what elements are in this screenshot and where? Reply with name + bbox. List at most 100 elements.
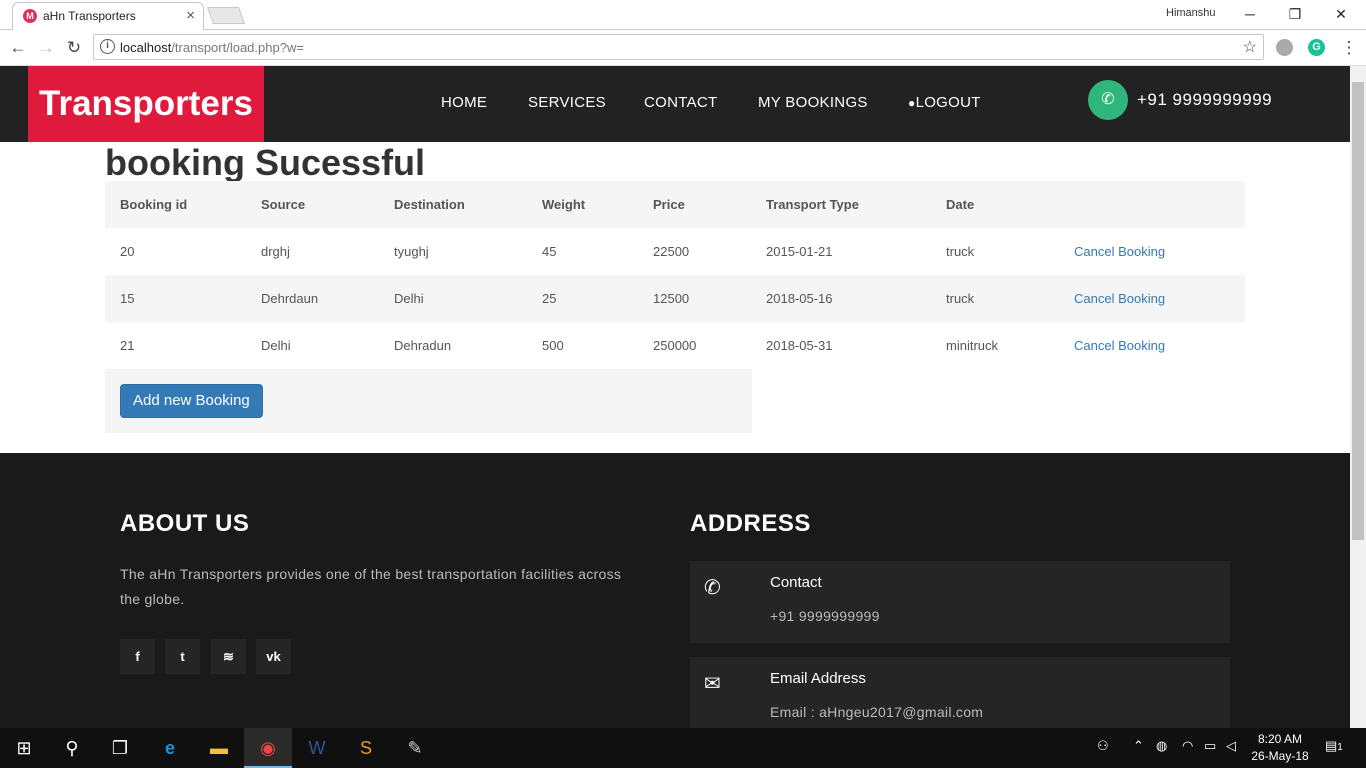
grammarly-icon[interactable]: G — [1308, 39, 1325, 56]
cell-weight: 25 — [542, 291, 557, 306]
cancel-booking-link[interactable]: Cancel Booking — [1074, 291, 1165, 306]
table-row: 20 drghj tyughj 45 22500 2015-01-21 truc… — [105, 228, 1245, 275]
site-navbar: Transporters HOME SERVICES CONTACT MY BO… — [0, 66, 1350, 142]
volume-icon[interactable]: ◁ — [1226, 738, 1236, 754]
forward-icon[interactable]: → — [35, 37, 57, 59]
system-clock[interactable]: 8:20 AM 26-May-18 — [1248, 731, 1312, 765]
rss-icon[interactable]: ≋ — [211, 639, 246, 674]
email-box: ✉ Email Address Email : aHngeu2017@gmail… — [690, 657, 1230, 728]
col-booking-id: Booking id — [120, 197, 188, 212]
chevron-up-icon[interactable]: ⌃ — [1133, 738, 1144, 754]
battery-icon[interactable]: ▭ — [1204, 738, 1216, 754]
windows-taskbar: ⊞ ⚲ ❐ e ▬ ◉ W S ✎ ⚇ ⌃ ◍ ◠ ▭ ◁ 8:20 AM 26… — [0, 728, 1366, 768]
file-explorer-icon[interactable]: ▬ — [195, 728, 243, 768]
about-text: The aHn Transporters provides one of the… — [120, 566, 622, 607]
nav-logout[interactable]: ●LOGOUT — [908, 94, 981, 111]
sublime-icon[interactable]: S — [342, 728, 390, 768]
url-text: localhost/transport/load.php?w= — [120, 40, 304, 55]
cell-id: 15 — [120, 291, 135, 306]
search-icon[interactable]: ⚲ — [48, 728, 96, 768]
network-globe-icon[interactable]: ◍ — [1156, 738, 1167, 754]
cell-source: drghj — [261, 244, 290, 259]
address-title: ADDRESS — [690, 510, 811, 537]
add-booking-button[interactable]: Add new Booking — [120, 384, 263, 418]
nav-contact[interactable]: CONTACT — [644, 94, 717, 111]
url-host: localhost — [120, 40, 172, 55]
page-title: booking Sucessful — [105, 142, 426, 183]
cell-price: 22500 — [653, 244, 690, 259]
twitter-icon[interactable]: t — [165, 639, 200, 674]
site-brand[interactable]: Transporters — [28, 66, 264, 142]
bookings-table: Booking id Source Destination Weight Pri… — [105, 181, 1245, 369]
table-row: 21 Delhi Dehradun 500 250000 2018-05-31 … — [105, 322, 1245, 369]
contact-box: ✆ Contact +91 9999999999 — [690, 561, 1230, 643]
cell-destination: tyughj — [394, 244, 429, 259]
notification-icon[interactable]: ▤1 — [1325, 738, 1343, 754]
cell-date: truck — [946, 291, 975, 306]
tab-close-icon[interactable]: × — [186, 7, 195, 24]
email-value: Email : aHngeu2017@gmail.com — [770, 704, 984, 720]
browser-tab[interactable]: M aHn Transporters × — [12, 2, 204, 30]
email-label: Email Address — [770, 670, 866, 687]
add-booking-panel: Add new Booking — [105, 369, 752, 433]
nav-my-bookings[interactable]: MY BOOKINGS — [758, 94, 868, 111]
people-icon[interactable]: ⚇ — [1097, 738, 1109, 754]
menu-icon[interactable]: ⋮ — [1338, 37, 1360, 59]
extension-icon[interactable] — [1276, 39, 1293, 56]
new-tab-button[interactable] — [206, 7, 246, 24]
cancel-booking-link[interactable]: Cancel Booking — [1074, 338, 1165, 353]
vk-icon[interactable]: vk — [256, 639, 291, 674]
page-scrollbar[interactable] — [1350, 66, 1366, 728]
paint-icon[interactable]: ✎ — [391, 728, 439, 768]
browser-toolbar: ← → ↻ i localhost/transport/load.php?w= … — [0, 30, 1366, 66]
reload-icon[interactable]: ↻ — [63, 37, 85, 59]
clock-date: 26-May-18 — [1251, 749, 1309, 763]
close-window-button[interactable]: ✕ — [1318, 3, 1364, 25]
contact-label: Contact — [770, 574, 822, 591]
windows-start-icon[interactable]: ⊞ — [0, 728, 48, 768]
bookmark-star-icon[interactable]: ☆ — [1243, 37, 1257, 57]
info-icon[interactable]: i — [100, 39, 115, 54]
clock-time: 8:20 AM — [1257, 732, 1303, 746]
chrome-icon[interactable]: ◉ — [244, 728, 292, 768]
table-header-row: Booking id Source Destination Weight Pri… — [105, 181, 1245, 228]
cell-date: truck — [946, 244, 975, 259]
task-view-icon[interactable]: ❐ — [96, 728, 144, 768]
user-icon: ● — [908, 96, 916, 110]
navbar-phone: +91 9999999999 — [1137, 90, 1273, 109]
word-icon[interactable]: W — [293, 728, 341, 768]
cell-source: Dehrdaun — [261, 291, 319, 306]
tab-title: aHn Transporters — [43, 9, 136, 23]
cell-source: Delhi — [261, 338, 291, 353]
maximize-button[interactable]: ❐ — [1272, 3, 1318, 25]
phone-icon: ✆ — [704, 577, 721, 599]
cell-type: 2018-05-31 — [766, 338, 833, 353]
cell-type: 2015-01-21 — [766, 244, 833, 259]
nav-logout-label: LOGOUT — [915, 94, 981, 111]
wifi-icon[interactable]: ◠ — [1182, 738, 1193, 754]
cell-type: 2018-05-16 — [766, 291, 833, 306]
address-bar[interactable]: i localhost/transport/load.php?w= ☆ — [93, 34, 1264, 60]
envelope-icon: ✉ — [704, 673, 721, 695]
profile-user-label[interactable]: Himanshu — [1166, 7, 1216, 19]
cell-destination: Delhi — [394, 291, 424, 306]
cell-weight: 500 — [542, 338, 564, 353]
cell-id: 21 — [120, 338, 135, 353]
cell-price: 250000 — [653, 338, 697, 353]
cell-price: 12500 — [653, 291, 690, 306]
minimize-button[interactable]: ─ — [1227, 3, 1273, 25]
browser-tabstrip: M aHn Transporters × Himanshu ─ ❐ ✕ — [0, 0, 1366, 30]
nav-services[interactable]: SERVICES — [528, 94, 606, 111]
edge-icon[interactable]: e — [146, 728, 194, 768]
cancel-booking-link[interactable]: Cancel Booking — [1074, 244, 1165, 259]
scrollbar-thumb[interactable] — [1352, 82, 1364, 540]
url-path: /transport/load.php?w= — [171, 40, 304, 55]
site-footer: ABOUT US The aHn Transporters provides o… — [0, 453, 1350, 728]
col-price: Price — [653, 197, 685, 212]
back-icon[interactable]: ← — [7, 37, 29, 59]
cell-destination: Dehradun — [394, 338, 452, 353]
col-source: Source — [261, 197, 306, 212]
facebook-icon[interactable]: f — [120, 639, 155, 674]
nav-home[interactable]: HOME — [441, 94, 487, 111]
cell-weight: 45 — [542, 244, 557, 259]
